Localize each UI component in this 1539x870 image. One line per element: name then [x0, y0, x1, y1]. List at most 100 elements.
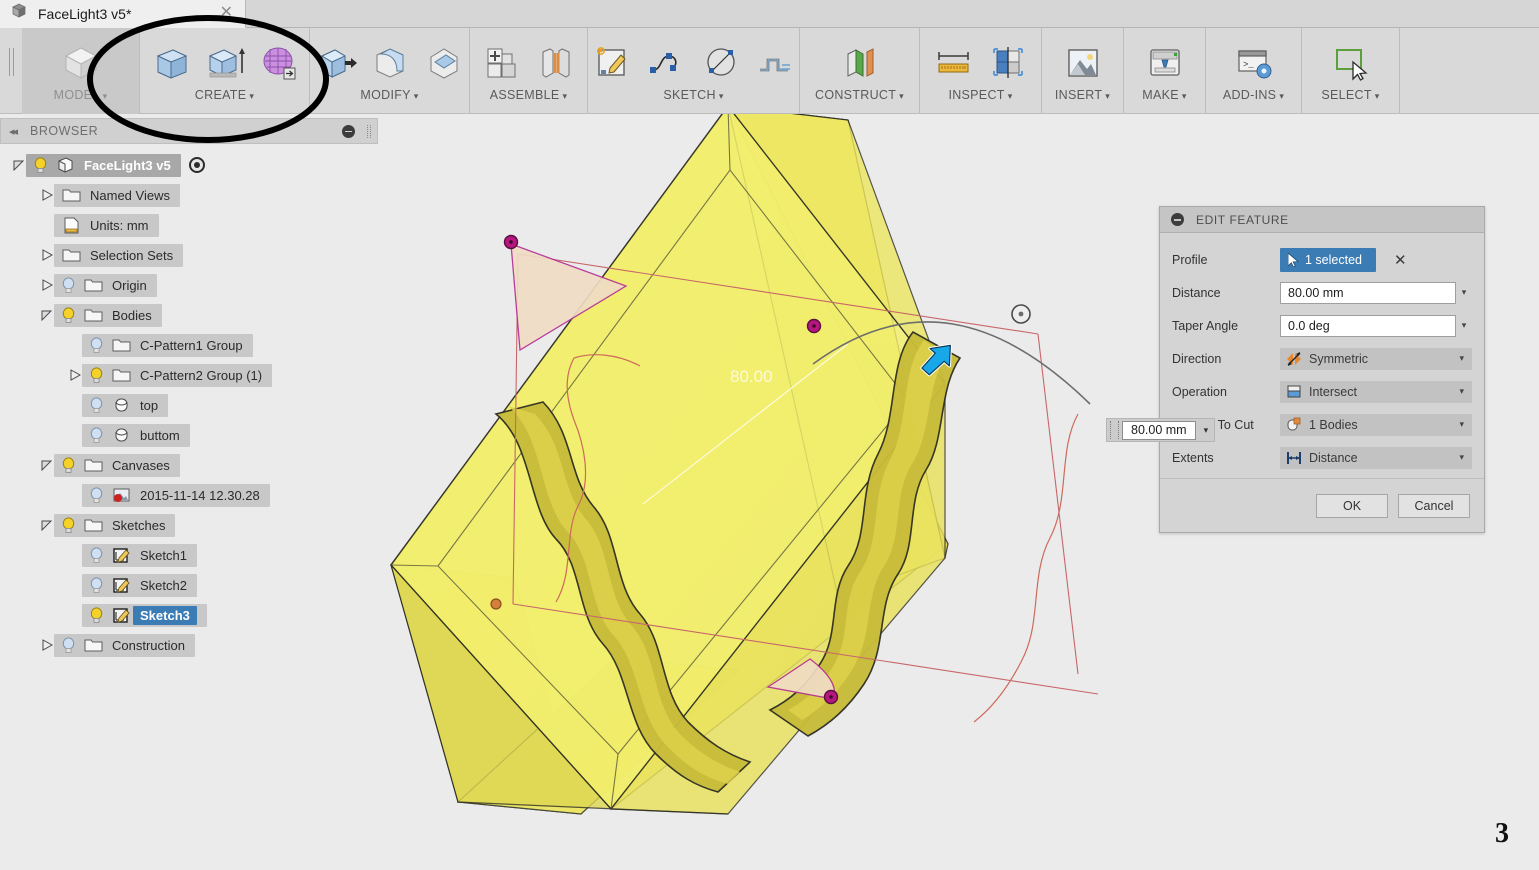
ribbon-drag-grip[interactable]: [0, 28, 22, 114]
chamfer-icon[interactable]: [421, 40, 467, 86]
tree-item-row[interactable]: Sketch3: [82, 603, 207, 627]
tree-item-row[interactable]: Sketches: [54, 513, 176, 537]
lightbulb-off-icon[interactable]: [89, 426, 104, 444]
ribbon-group-select[interactable]: SELECT ▾: [1302, 28, 1400, 114]
objects-to-cut-dropdown[interactable]: 1 Bodies ▾: [1280, 413, 1472, 436]
expand-triangle-down-icon[interactable]: [40, 518, 54, 532]
tree-item-row[interactable]: Canvases: [54, 453, 180, 477]
tree-item-origin[interactable]: Origin: [0, 270, 378, 300]
ribbon-group-model[interactable]: MODEL ▾: [22, 28, 140, 114]
lightbulb-off-icon[interactable]: [89, 486, 104, 504]
tree-item-c-pattern1-group[interactable]: C-Pattern1 Group: [0, 330, 378, 360]
chevron-down-icon[interactable]: ▾: [1008, 91, 1013, 101]
insert-canvas-icon[interactable]: [1060, 40, 1106, 86]
tree-item-row[interactable]: FaceLight3 v5: [26, 153, 181, 177]
section-analysis-icon[interactable]: [985, 40, 1031, 86]
tree-item-top[interactable]: top: [0, 390, 378, 420]
tree-item-row[interactable]: Sketch2: [82, 573, 197, 597]
chevron-down-icon[interactable]: ▾: [1459, 419, 1464, 430]
create-form-icon[interactable]: [256, 40, 302, 86]
new-component-icon[interactable]: [148, 40, 194, 86]
extents-dropdown[interactable]: Distance ▾: [1280, 446, 1472, 469]
ribbon-group-sketch[interactable]: SKETCH ▾: [588, 28, 800, 114]
tree-item-c-pattern2-group-1[interactable]: C-Pattern2 Group (1): [0, 360, 378, 390]
chevron-down-icon[interactable]: ▾: [414, 91, 419, 101]
lightbulb-off-icon[interactable]: [89, 576, 104, 594]
direction-dropdown[interactable]: Symmetric ▾: [1280, 347, 1472, 370]
scripts-addins-icon[interactable]: >_: [1231, 40, 1277, 86]
collapse-panel-icon[interactable]: ◂◂: [9, 125, 18, 138]
expand-triangle-down-icon[interactable]: [12, 158, 26, 172]
profile-selection-chip[interactable]: 1 selected: [1280, 247, 1376, 272]
measure-icon[interactable]: [931, 40, 977, 86]
expand-triangle-down-icon[interactable]: [40, 308, 54, 322]
chevron-down-icon[interactable]: ▾: [899, 91, 904, 101]
tree-item-sketch2[interactable]: Sketch2: [0, 570, 378, 600]
lightbulb-on-icon[interactable]: [89, 366, 104, 384]
ribbon-group-create[interactable]: CREATE ▾: [140, 28, 310, 114]
ribbon-group-inspect[interactable]: INSPECT ▾: [920, 28, 1042, 114]
tree-item-canvases[interactable]: Canvases: [0, 450, 378, 480]
expand-triangle-right-icon[interactable]: [40, 188, 54, 202]
chevron-down-icon[interactable]: ▾: [1105, 91, 1110, 101]
fillet-icon[interactable]: [367, 40, 413, 86]
3d-print-icon[interactable]: [1142, 40, 1188, 86]
tree-item-row[interactable]: Bodies: [54, 303, 162, 327]
tree-item-selection-sets[interactable]: Selection Sets: [0, 240, 378, 270]
tree-item-row[interactable]: Origin: [54, 273, 157, 297]
tree-item-row[interactable]: buttom: [82, 423, 190, 447]
tree-item-2015-11-14-12-30-28[interactable]: 2015-11-14 12.30.28: [0, 480, 378, 510]
tree-item-row[interactable]: C-Pattern1 Group: [82, 333, 253, 357]
lightbulb-off-icon[interactable]: [61, 636, 76, 654]
expand-triangle-right-icon[interactable]: [68, 368, 82, 382]
collapse-minus-icon[interactable]: [342, 124, 355, 138]
circle-icon[interactable]: [698, 40, 744, 86]
chevron-down-icon[interactable]: ▾: [103, 91, 108, 101]
chevron-down-icon[interactable]: ▾: [1459, 353, 1464, 364]
close-icon[interactable]: ✕: [220, 5, 233, 21]
chevron-down-icon[interactable]: ▾: [1456, 320, 1472, 331]
document-tab[interactable]: FaceLight3 v5* ✕: [0, 0, 246, 28]
tree-item-row[interactable]: C-Pattern2 Group (1): [82, 363, 273, 387]
ribbon-group-insert[interactable]: INSERT ▾: [1042, 28, 1124, 114]
extrude-icon[interactable]: [202, 40, 248, 86]
tree-item-facelight3-v5[interactable]: FaceLight3 v5: [0, 150, 378, 180]
panel-resize-grip[interactable]: [367, 125, 371, 138]
tree-item-named-views[interactable]: Named Views: [0, 180, 378, 210]
expand-triangle-right-icon[interactable]: [40, 278, 54, 292]
ok-button[interactable]: OK: [1316, 493, 1388, 518]
chevron-down-icon[interactable]: ▾: [1456, 287, 1472, 298]
new-component-assemble-icon[interactable]: [479, 40, 525, 86]
expand-triangle-down-icon[interactable]: [40, 458, 54, 472]
lightbulb-off-icon[interactable]: [61, 276, 76, 294]
drag-grip-icon[interactable]: [1110, 421, 1119, 439]
workspace-cube-icon[interactable]: [58, 40, 104, 86]
expand-triangle-right-icon[interactable]: [40, 248, 54, 262]
lightbulb-on-icon[interactable]: [61, 516, 76, 534]
lightbulb-off-icon[interactable]: [89, 396, 104, 414]
inline-distance-value[interactable]: 80.00 mm: [1122, 420, 1196, 440]
tree-item-sketch3[interactable]: Sketch3: [0, 600, 378, 630]
taper-angle-input[interactable]: 0.0 deg: [1280, 314, 1456, 337]
chevron-down-icon[interactable]: ▾: [1182, 91, 1187, 101]
tree-item-construction[interactable]: Construction: [0, 630, 378, 660]
create-sketch-icon[interactable]: [590, 40, 636, 86]
chevron-down-icon[interactable]: ▾: [1459, 386, 1464, 397]
ribbon-group-make[interactable]: MAKE ▾: [1124, 28, 1206, 114]
ribbon-group-addins[interactable]: >_ ADD-INS ▾: [1206, 28, 1302, 114]
chevron-down-icon[interactable]: ▾: [562, 91, 567, 101]
inline-distance-input[interactable]: 80.00 mm ▾: [1106, 418, 1216, 442]
tree-item-sketch1[interactable]: Sketch1: [0, 540, 378, 570]
ribbon-group-construct[interactable]: CONSTRUCT ▾: [800, 28, 920, 114]
construct-plane-icon[interactable]: [837, 40, 883, 86]
activate-component-radio[interactable]: [188, 157, 205, 173]
cancel-button[interactable]: Cancel: [1398, 493, 1470, 518]
ribbon-group-assemble[interactable]: ASSEMBLE ▾: [470, 28, 588, 114]
chevron-down-icon[interactable]: ▾: [1375, 91, 1380, 101]
chevron-down-icon[interactable]: ▾: [719, 91, 724, 101]
ribbon-group-modify[interactable]: MODIFY ▾: [310, 28, 470, 114]
joint-icon[interactable]: [533, 40, 579, 86]
tree-item-row[interactable]: Units: mm: [54, 213, 159, 237]
collapse-minus-icon[interactable]: [1171, 213, 1184, 226]
tree-item-sketches[interactable]: Sketches: [0, 510, 378, 540]
